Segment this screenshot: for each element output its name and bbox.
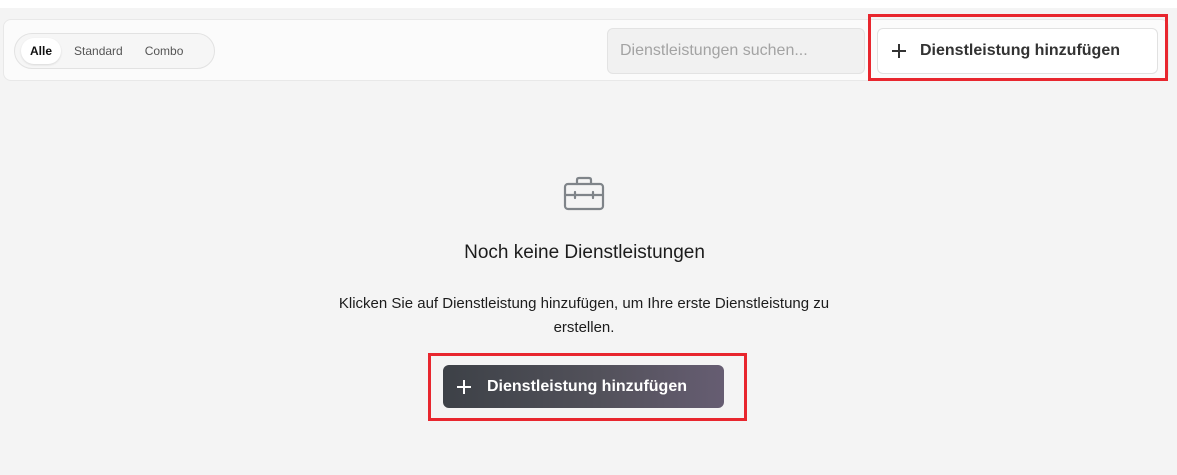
plus-icon	[892, 44, 906, 58]
filter-tab-standard[interactable]: Standard	[65, 38, 132, 64]
plus-icon	[457, 379, 471, 394]
toolbox-icon	[563, 176, 605, 211]
service-search-input[interactable]	[607, 28, 865, 74]
empty-state-title: Noch keine Dienstleistungen	[464, 242, 705, 263]
empty-state-add-service-button[interactable]: Dienstleistung hinzufügen	[443, 365, 724, 408]
empty-state-description: Klicken Sie auf Dienstleistung hinzufüge…	[338, 295, 830, 336]
services-toolbar: Alle Standard Combo Dienstleistung hinzu…	[3, 19, 1169, 81]
filter-tab-combo[interactable]: Combo	[136, 38, 193, 64]
add-service-label: Dienstleistung hinzufügen	[920, 42, 1120, 59]
top-strip	[0, 0, 1177, 8]
add-service-button[interactable]: Dienstleistung hinzufügen	[877, 28, 1158, 74]
empty-state-add-label: Dienstleistung hinzufügen	[487, 377, 687, 395]
type-filter: Alle Standard Combo	[14, 33, 216, 69]
filter-tab-all[interactable]: Alle	[21, 38, 62, 64]
